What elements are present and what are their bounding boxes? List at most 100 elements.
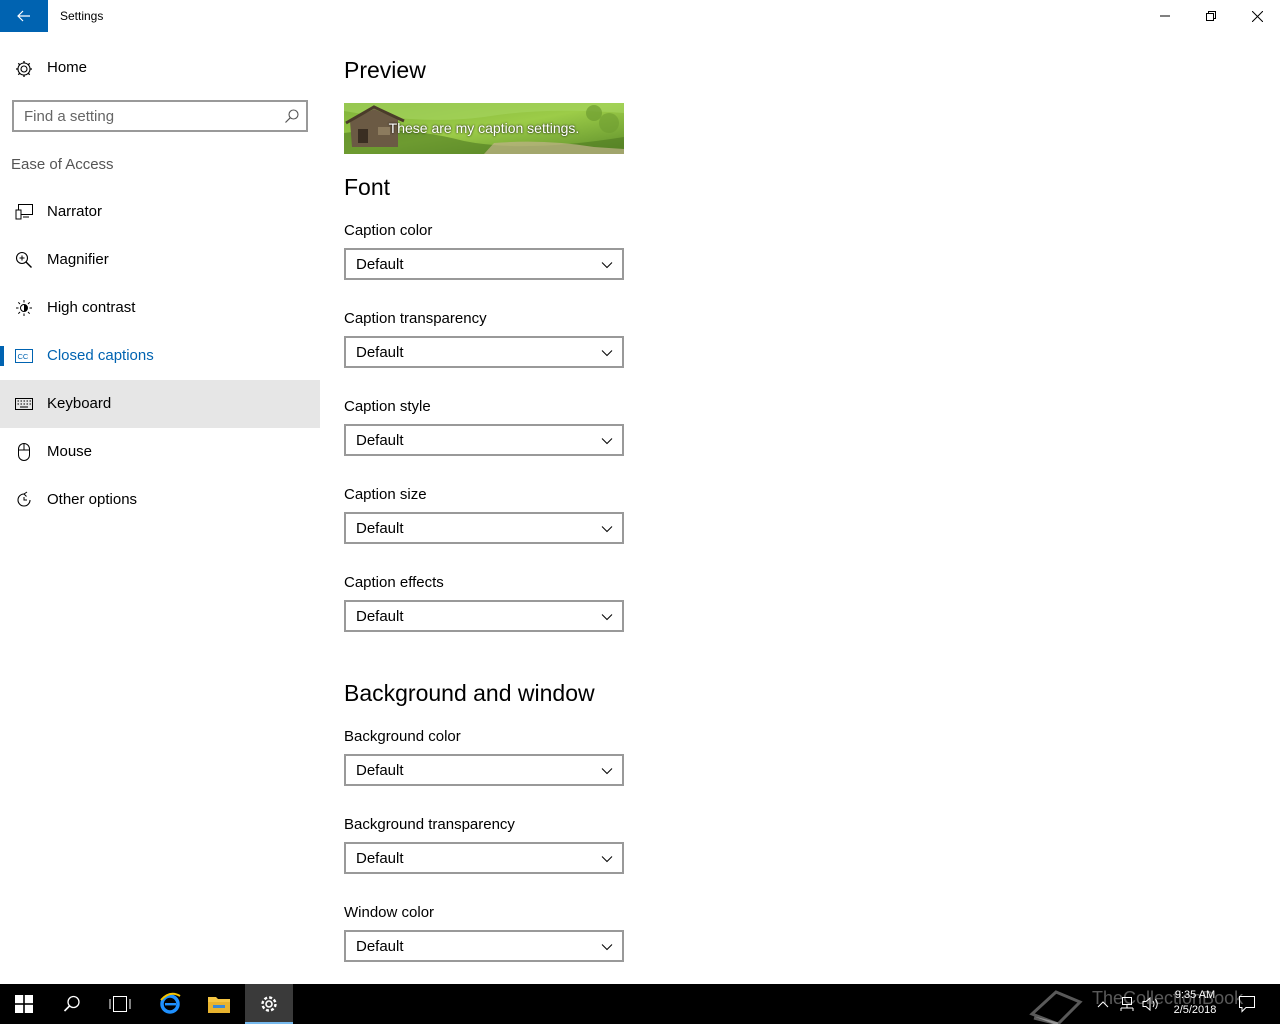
- edge-browser-button[interactable]: [146, 984, 194, 1024]
- internet-explorer-icon: [160, 992, 181, 1014]
- file-explorer-button[interactable]: [195, 984, 243, 1024]
- search-icon: [63, 995, 80, 1012]
- taskbar: TheCollectionBook 9:35 AM 2/5/2018: [0, 984, 1280, 1024]
- back-arrow-icon: [17, 10, 30, 22]
- title-bar: Settings: [0, 0, 1280, 32]
- caption-size-dropdown[interactable]: Default: [344, 512, 624, 544]
- task-view-icon: [109, 996, 131, 1012]
- background-transparency-label: Background transparency: [344, 816, 515, 833]
- gear-icon: [14, 59, 34, 79]
- caption-style-label: Caption style: [344, 398, 431, 415]
- sidebar-item-narrator[interactable]: Narrator: [0, 188, 320, 236]
- window-color-label: Window color: [344, 904, 435, 921]
- restore-icon: [1206, 11, 1216, 21]
- home-label: Home: [47, 59, 88, 76]
- search-box[interactable]: [12, 100, 308, 132]
- back-button[interactable]: [0, 0, 48, 32]
- gear-icon: [261, 996, 277, 1012]
- window-title: Settings: [60, 9, 104, 23]
- settings-taskbar-button[interactable]: [245, 984, 293, 1024]
- restore-button[interactable]: [1188, 0, 1234, 32]
- volume-icon[interactable]: [1142, 995, 1160, 1013]
- network-icon[interactable]: [1118, 995, 1136, 1013]
- sidebar-item-label: Magnifier: [47, 251, 109, 268]
- minimize-button[interactable]: [1142, 0, 1188, 32]
- task-view-button[interactable]: [96, 984, 144, 1024]
- sidebar-item-magnifier[interactable]: Magnifier: [0, 236, 320, 284]
- sidebar-item-high-contrast[interactable]: High contrast: [0, 284, 320, 332]
- windows-logo-icon: [15, 995, 33, 1013]
- mouse-icon: [14, 442, 34, 462]
- close-button[interactable]: [1234, 0, 1280, 32]
- chevron-down-icon: [601, 768, 613, 775]
- caption-transparency-label: Caption transparency: [344, 310, 487, 327]
- background-color-dropdown[interactable]: Default: [344, 754, 624, 786]
- start-button[interactable]: [0, 984, 48, 1024]
- sidebar-item-closed-captions[interactable]: CC Closed captions: [0, 332, 320, 380]
- caption-color-dropdown[interactable]: Default: [344, 248, 624, 280]
- sidebar-item-label: High contrast: [47, 299, 136, 316]
- chevron-down-icon: [601, 262, 613, 269]
- close-icon: [1251, 10, 1263, 22]
- caption-preview: These are my caption settings.: [344, 103, 624, 154]
- folder-icon: [208, 997, 230, 1013]
- dropdown-value: Default: [356, 344, 404, 361]
- sidebar-item-label: Narrator: [47, 203, 103, 220]
- sidebar-item-label: Closed captions: [47, 347, 154, 364]
- search-input[interactable]: [14, 102, 274, 130]
- keyboard-icon: [14, 394, 34, 414]
- background-heading: Background and window: [344, 680, 595, 706]
- caption-effects-dropdown[interactable]: Default: [344, 600, 624, 632]
- sidebar-item-mouse[interactable]: Mouse: [0, 428, 320, 476]
- caption-transparency-dropdown[interactable]: Default: [344, 336, 624, 368]
- sidebar-item-keyboard[interactable]: Keyboard: [0, 380, 320, 428]
- caption-effects-label: Caption effects: [344, 574, 444, 591]
- taskbar-search-button[interactable]: [48, 984, 96, 1024]
- main-content: Preview These are my caption settings. F…: [344, 32, 1244, 984]
- caption-style-dropdown[interactable]: Default: [344, 424, 624, 456]
- high-contrast-icon: [14, 298, 34, 318]
- window-color-dropdown[interactable]: Default: [344, 930, 624, 962]
- action-center-icon[interactable]: [1238, 995, 1256, 1013]
- section-label: Ease of Access: [11, 156, 114, 173]
- preview-caption-text: These are my caption settings.: [388, 120, 580, 136]
- preview-heading: Preview: [344, 57, 426, 83]
- sidebar: Home Ease of Access Narrator Magnifier H…: [0, 32, 320, 984]
- chevron-down-icon: [601, 438, 613, 445]
- background-transparency-dropdown[interactable]: Default: [344, 842, 624, 874]
- closed-captions-icon: CC: [14, 346, 34, 366]
- other-options-icon: [14, 490, 34, 510]
- chevron-down-icon: [601, 350, 613, 357]
- chevron-down-icon: [601, 614, 613, 621]
- dropdown-value: Default: [356, 938, 404, 955]
- watermark-book-icon: [1029, 990, 1083, 1024]
- chevron-down-icon: [601, 526, 613, 533]
- search-icon[interactable]: [284, 108, 300, 124]
- chevron-down-icon: [601, 856, 613, 863]
- narrator-icon: [14, 202, 34, 222]
- dropdown-value: Default: [356, 608, 404, 625]
- dropdown-value: Default: [356, 850, 404, 867]
- sidebar-item-other-options[interactable]: Other options: [0, 476, 320, 524]
- sidebar-item-label: Other options: [47, 491, 138, 508]
- sidebar-item-home[interactable]: Home: [0, 48, 320, 88]
- clock-time: 9:35 AM: [1174, 989, 1216, 1001]
- background-color-label: Background color: [344, 728, 461, 745]
- dropdown-value: Default: [356, 256, 404, 273]
- dropdown-value: Default: [356, 762, 404, 779]
- minimize-icon: [1160, 15, 1170, 17]
- dropdown-value: Default: [356, 432, 404, 449]
- sidebar-item-label: Keyboard: [47, 395, 112, 412]
- caption-color-label: Caption color: [344, 222, 433, 239]
- magnifier-icon: [14, 250, 34, 270]
- sidebar-item-label: Mouse: [47, 443, 93, 460]
- svg-text:CC: CC: [18, 352, 29, 361]
- clock-date: 2/5/2018: [1173, 1004, 1217, 1016]
- font-heading: Font: [344, 174, 391, 200]
- selection-indicator: [0, 346, 4, 366]
- chevron-down-icon: [601, 944, 613, 951]
- dropdown-value: Default: [356, 520, 404, 537]
- clock[interactable]: 9:35 AM 2/5/2018: [1160, 988, 1230, 1018]
- caption-size-label: Caption size: [344, 486, 427, 503]
- chevron-up-icon[interactable]: [1094, 995, 1112, 1013]
